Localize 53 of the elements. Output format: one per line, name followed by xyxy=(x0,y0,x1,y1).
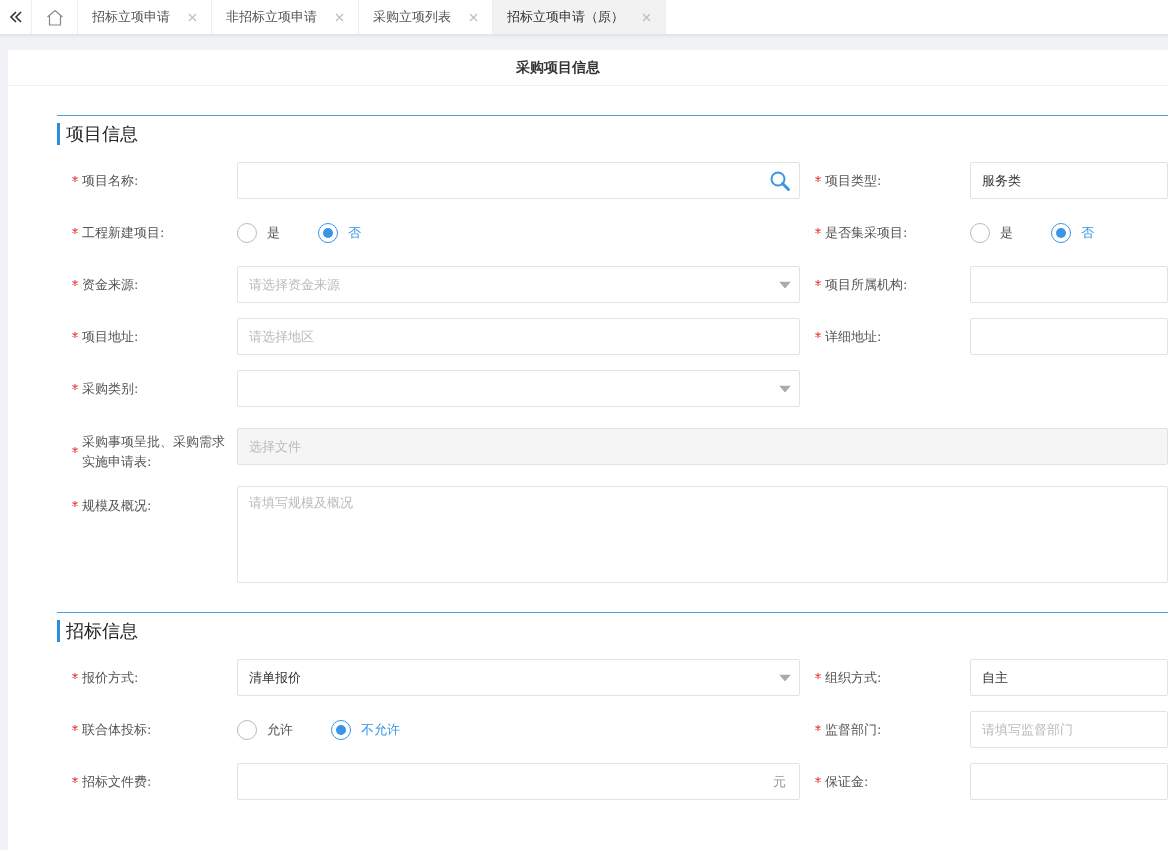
select-field[interactable] xyxy=(237,370,800,407)
tab[interactable]: 招标立项申请（原） xyxy=(493,0,666,34)
field-label: 资金来源: xyxy=(82,275,139,294)
input-field[interactable]: 服务类 xyxy=(970,162,1168,199)
tab[interactable]: 招标立项申请 xyxy=(78,0,212,34)
input-field[interactable]: 自主 xyxy=(970,659,1168,696)
field-label: 项目名称: xyxy=(82,171,139,190)
field-label: 项目地址: xyxy=(82,327,139,346)
page-title: 采购项目信息 xyxy=(516,58,600,77)
field-label: 采购类别: xyxy=(82,379,139,398)
select-field[interactable]: 请选择资金来源 xyxy=(237,266,800,303)
radio-option[interactable]: 是 xyxy=(970,222,1013,243)
field-label: 详细地址: xyxy=(825,327,882,346)
unit-label: 元 xyxy=(773,772,786,791)
field-label: 联合体投标: xyxy=(82,720,152,739)
home-icon xyxy=(45,8,64,26)
field-label: 招标文件费: xyxy=(82,772,152,791)
field-label: 项目所属机构: xyxy=(825,275,908,294)
select-field[interactable]: 清单报价 xyxy=(237,659,800,696)
double-chevron-icon xyxy=(8,11,23,23)
radio-option[interactable]: 允许 xyxy=(237,719,293,740)
field-label: 报价方式: xyxy=(82,668,139,687)
field-label: 是否集采项目: xyxy=(825,223,908,242)
search-field[interactable] xyxy=(237,162,800,199)
amount-field[interactable] xyxy=(237,763,800,800)
input-field[interactable]: 请填写监督部门 xyxy=(970,711,1168,748)
close-icon[interactable] xyxy=(188,12,197,22)
field-label: 规模及概况: xyxy=(82,497,152,515)
dropdown-caret-icon xyxy=(779,281,791,288)
home-tab[interactable] xyxy=(32,0,78,34)
input-field[interactable] xyxy=(970,763,1168,800)
field-label: 保证金: xyxy=(825,772,869,791)
input-field[interactable] xyxy=(970,318,1168,355)
input-field[interactable] xyxy=(970,266,1168,303)
dropdown-caret-icon xyxy=(779,385,791,392)
field-label: 项目类型: xyxy=(825,171,882,190)
field-label: 工程新建项目: xyxy=(82,223,165,242)
close-icon[interactable] xyxy=(642,12,651,22)
text-area[interactable]: 请填写规模及概况 xyxy=(237,486,1168,583)
section-title: 招标信息 xyxy=(57,620,1168,642)
close-icon[interactable] xyxy=(335,12,344,22)
tab[interactable]: 采购立项列表 xyxy=(359,0,493,34)
search-icon[interactable] xyxy=(769,169,791,192)
dropdown-caret-icon xyxy=(779,674,791,681)
tab[interactable]: 非招标立项申请 xyxy=(212,0,359,34)
radio-option[interactable]: 是 xyxy=(237,222,280,243)
close-icon[interactable] xyxy=(469,12,478,22)
field-label: 监督部门: xyxy=(825,720,882,739)
field-label: 采购事项呈批、采购需求实施申请表: xyxy=(82,433,226,471)
collapse-button[interactable] xyxy=(0,0,32,34)
section-title: 项目信息 xyxy=(57,123,1168,145)
input-field[interactable]: 请选择地区 xyxy=(237,318,800,355)
field-label: 组织方式: xyxy=(825,668,882,687)
